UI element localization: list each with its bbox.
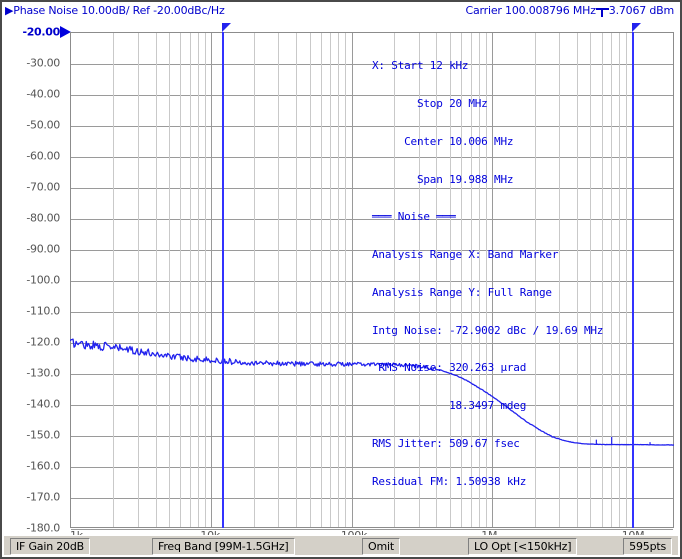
status-points[interactable]: 595pts <box>623 538 672 555</box>
y-axis-tick-label: -30.00 <box>26 56 60 70</box>
y-axis-tick-label: -170.0 <box>26 490 60 504</box>
readout-analysis-range-x: Analysis Range X: Band Marker <box>372 248 559 262</box>
graph-title-row: ▶Phase Noise 10.00dB/ Ref -20.00dBc/Hz C… <box>2 4 680 20</box>
y-axis-tick-label: -100.0 <box>26 273 60 287</box>
y-axis-tick-label: -20.00 <box>22 25 60 39</box>
y-axis-tick-label: -150.0 <box>26 428 60 442</box>
trace-title[interactable]: ▶Phase Noise 10.00dB/ Ref -20.00dBc/Hz <box>5 4 225 17</box>
carrier-label: Carrier 100.008796 MHz <box>465 4 596 17</box>
readout-rms-noise-deg: 18.3497 mdeg <box>372 399 527 413</box>
readout-intg-noise: Intg Noise: -72.9002 dBc / 19.69 MHz <box>372 323 604 337</box>
y-axis-tick-label: -80.00 <box>26 211 60 225</box>
carrier-power-label: 3.7067 dBm <box>608 4 674 17</box>
phase-noise-analyzer-window: ▶Phase Noise 10.00dB/ Ref -20.00dBc/Hz C… <box>0 0 682 559</box>
y-axis-tick-label: -120.0 <box>26 335 60 349</box>
band-marker-flag-icon[interactable] <box>222 23 231 33</box>
y-axis-labels: -20.00 -30.00 -40.00 -50.00 -60.00 -70.00 -80.… <box>2 26 68 535</box>
readout-stop: Stop 20 MHz <box>372 96 488 110</box>
band-marker-flag-icon[interactable] <box>632 23 641 33</box>
y-axis-tick-label: -90.00 <box>26 242 60 256</box>
y-axis-tick-label: -140.0 <box>26 397 60 411</box>
trace-select-arrow-icon[interactable]: ▶ <box>5 4 13 17</box>
y-axis-tick-label: -130.0 <box>26 366 60 380</box>
readout-span: Span 19.988 MHz <box>372 172 514 186</box>
measurement-readout-panel: X: Start 12 kHz Stop 20 MHz Center 10.00… <box>372 35 672 514</box>
y-axis-tick-label: -70.00 <box>26 180 60 194</box>
readout-rms-jitter: RMS Jitter: 509.67 fsec <box>372 437 520 450</box>
carrier-level-icon <box>595 5 609 17</box>
y-axis-tick-label: -110.0 <box>26 304 60 318</box>
status-if-gain[interactable]: IF Gain 20dB <box>10 538 90 555</box>
status-lo-opt[interactable]: LO Opt [<150kHz] <box>468 538 578 555</box>
readout-analysis-range-y: Analysis Range Y: Full Range <box>372 285 552 299</box>
y-axis-tick-label: -180.0 <box>26 521 60 535</box>
readout-start: X: Start 12 kHz <box>372 59 469 73</box>
readout-rms-noise: RMS Noise: 320.263 µrad <box>372 361 527 375</box>
readout-noise-header: ═══ Noise ═══ <box>372 210 456 224</box>
y-axis-tick-label: -50.00 <box>26 118 60 132</box>
status-omit[interactable]: Omit <box>362 538 400 555</box>
y-axis-tick-label: -40.00 <box>26 87 60 101</box>
y-axis-tick-label: -60.00 <box>26 149 60 163</box>
status-bar: IF Gain 20dB Freq Band [99M-1.5GHz] Omit… <box>4 535 678 555</box>
trace-title-label: Phase Noise 10.00dB/ Ref -20.00dBc/Hz <box>13 4 225 17</box>
readout-center: Center 10.006 MHz <box>372 134 514 148</box>
status-freq-band[interactable]: Freq Band [99M-1.5GHz] <box>152 538 295 555</box>
carrier-readout: Carrier 100.008796 MHz 3.7067 dBm <box>466 4 674 17</box>
readout-residual-fm: Residual FM: 1.50938 kHz <box>372 474 527 488</box>
band-marker-line[interactable] <box>222 32 224 528</box>
y-axis-tick-label: -160.0 <box>26 459 60 473</box>
